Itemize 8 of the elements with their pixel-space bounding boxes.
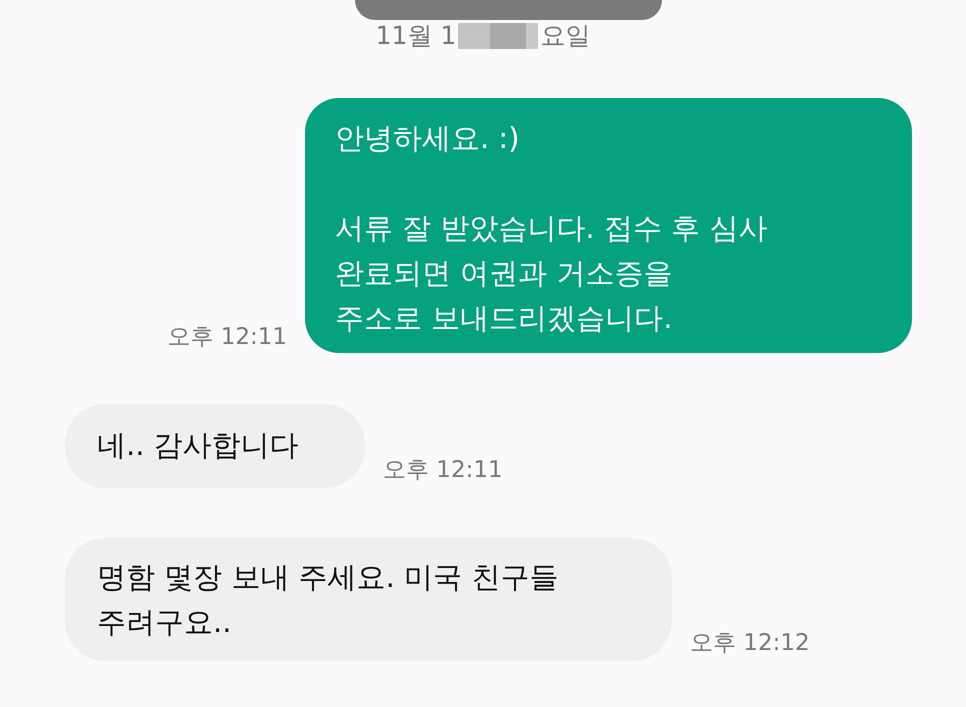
date-text: 11월 1: [376, 22, 456, 50]
message-time: 오후 12:11: [383, 456, 503, 484]
message-bubble: 명함 몇장 보내 주세요. 미국 친구들 주려구요..: [65, 538, 672, 661]
message-bubble: 안녕하세요. :) 서류 잘 받았습니다. 접수 후 심사 완료되면 여권과 거소증을 주소로 보내드리겠습니다.: [305, 98, 912, 353]
date-text: 요일: [540, 22, 590, 50]
message-bubble: 네.. 감사합니다: [65, 404, 365, 488]
message-time: 오후 12:11: [167, 323, 287, 351]
message-time: 오후 12:12: [690, 629, 810, 657]
